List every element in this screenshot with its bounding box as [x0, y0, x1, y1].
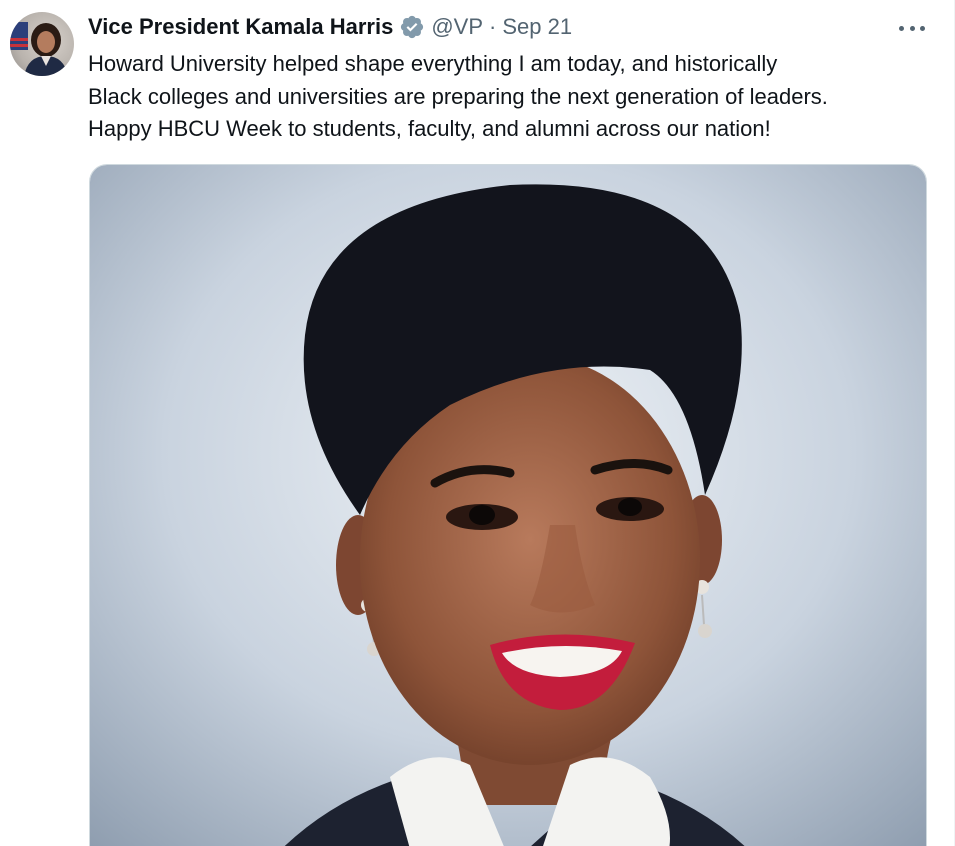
more-options-icon[interactable]	[899, 18, 925, 38]
verified-badge-icon[interactable]	[399, 14, 425, 40]
more-dot	[909, 25, 915, 31]
author-avatar[interactable]	[10, 12, 74, 76]
tweet[interactable]: Vice President Kamala Harris @VP · Sep 2…	[0, 0, 955, 846]
tweet-date[interactable]: Sep 21	[502, 14, 572, 40]
tweet-text-line: Black colleges and universities are prep…	[88, 83, 828, 109]
more-dot	[899, 25, 904, 31]
tweet-text-line: Howard University helped shape everythin…	[88, 51, 778, 76]
tweet-header: Vice President Kamala Harris @VP · Sep 2…	[88, 12, 572, 42]
portrait-photo	[90, 165, 926, 846]
author-display-name[interactable]: Vice President Kamala Harris	[88, 14, 393, 40]
separator-dot: ·	[489, 14, 497, 39]
tweet-photo[interactable]	[89, 164, 927, 846]
tweet-text-line: Happy HBCU Week to students, faculty, an…	[88, 116, 771, 141]
author-handle[interactable]: @VP	[431, 14, 483, 40]
more-dot	[920, 25, 925, 31]
tweet-text: Howard University helped shape everythin…	[88, 48, 938, 146]
